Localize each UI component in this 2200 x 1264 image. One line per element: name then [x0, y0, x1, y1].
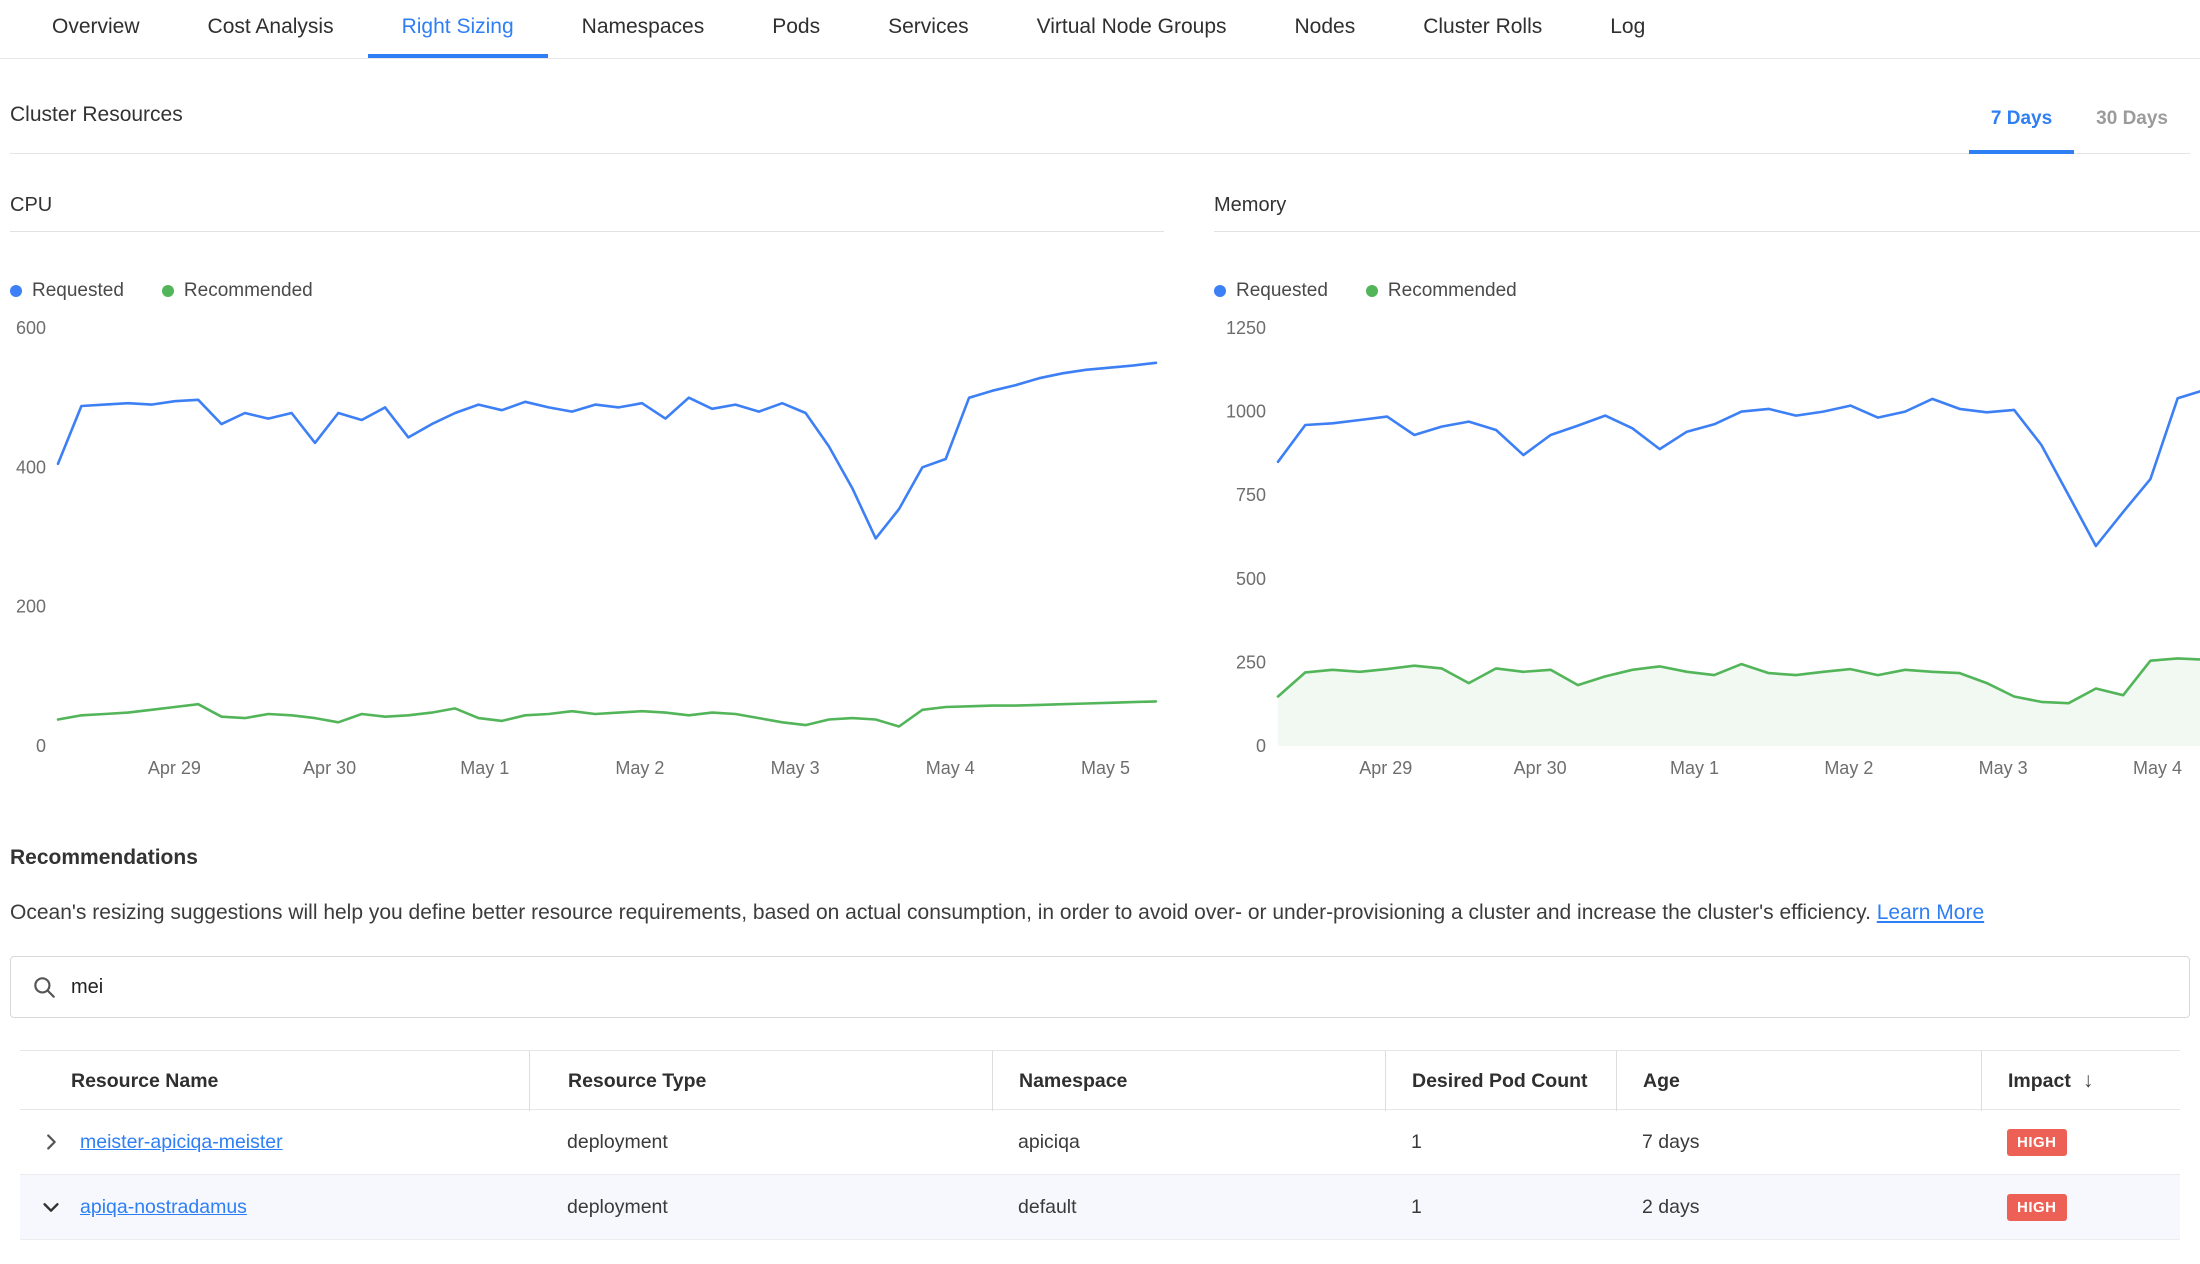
svg-text:250: 250 [1236, 652, 1266, 672]
resource-name-cell: meister-apiciqa-meister [20, 1129, 529, 1155]
pod-count-cell: 1 [1385, 1131, 1616, 1154]
svg-text:400: 400 [16, 457, 46, 477]
svg-text:May 3: May 3 [771, 758, 820, 778]
svg-text:May 4: May 4 [2133, 758, 2182, 778]
tab-cluster-rolls[interactable]: Cluster Rolls [1389, 0, 1576, 58]
recommendations-section: Recommendations Ocean's resizing suggest… [10, 846, 2190, 1240]
resource-name-link[interactable]: apiqa-nostradamus [80, 1196, 247, 1219]
legend-label-recommended: Recommended [1388, 280, 1517, 302]
svg-text:750: 750 [1236, 485, 1266, 505]
recommendations-table: Resource Name Resource Type Namespace De… [20, 1050, 2180, 1240]
svg-text:500: 500 [1236, 569, 1266, 589]
col-header-resource-name: Resource Name [20, 1051, 529, 1111]
learn-more-link[interactable]: Learn More [1877, 901, 1984, 924]
period-30-days[interactable]: 30 Days [2074, 108, 2190, 154]
chevron-right-icon[interactable] [38, 1129, 64, 1155]
svg-text:May 5: May 5 [1081, 758, 1130, 778]
svg-text:0: 0 [36, 736, 46, 756]
recommended-dot-icon [162, 285, 174, 297]
cpu-chart-panel: CPU Requested Recommended 0 200 400 600 Apr … [10, 194, 1164, 790]
svg-text:Apr 30: Apr 30 [1514, 758, 1567, 778]
tab-pods[interactable]: Pods [738, 0, 854, 58]
tab-log[interactable]: Log [1576, 0, 1679, 58]
tab-nodes[interactable]: Nodes [1261, 0, 1390, 58]
svg-text:Apr 29: Apr 29 [1359, 758, 1412, 778]
recommendations-description-text: Ocean's resizing suggestions will help y… [10, 901, 1871, 924]
search-input[interactable] [71, 976, 2169, 999]
tab-cost-analysis[interactable]: Cost Analysis [174, 0, 368, 58]
recommendations-title: Recommendations [10, 846, 2190, 870]
age-cell: 7 days [1616, 1131, 1981, 1154]
age-cell: 2 days [1616, 1196, 1981, 1219]
table-header-row: Resource Name Resource Type Namespace De… [20, 1050, 2180, 1110]
col-header-impact[interactable]: Impact ↓ [1981, 1051, 2180, 1111]
table-row[interactable]: meister-apiciqa-meister deployment apici… [20, 1110, 2180, 1175]
svg-text:May 4: May 4 [926, 758, 975, 778]
sort-desc-icon[interactable]: ↓ [2083, 1069, 2094, 1093]
memory-chart-title: Memory [1214, 194, 2200, 232]
svg-text:1250: 1250 [1226, 318, 1266, 338]
resource-name-link[interactable]: meister-apiciqa-meister [80, 1131, 283, 1154]
legend-label-requested: Requested [32, 280, 124, 302]
recommended-dot-icon [1366, 285, 1378, 297]
impact-cell: HIGH [1981, 1129, 2180, 1156]
table-row[interactable]: apiqa-nostradamus deployment default 1 2… [20, 1175, 2180, 1240]
memory-chart-legend: Requested Recommended [1214, 280, 2200, 302]
charts-row: CPU Requested Recommended 0 200 400 600 Apr … [0, 194, 2200, 790]
svg-text:May 3: May 3 [1979, 758, 2028, 778]
svg-text:200: 200 [16, 597, 46, 617]
requested-dot-icon [10, 285, 22, 297]
col-header-resource-type: Resource Type [529, 1051, 992, 1111]
period-7-days[interactable]: 7 Days [1969, 108, 2074, 154]
cluster-resources-title: Cluster Resources [10, 103, 183, 153]
svg-text:0: 0 [1256, 736, 1266, 756]
cpu-line-chart: 0 200 400 600 Apr 29 Apr 30 May 1 May 2 May 3 May… [10, 310, 1164, 790]
impact-header-label: Impact [2008, 1070, 2071, 1093]
col-header-namespace: Namespace [992, 1051, 1385, 1111]
impact-badge-high: HIGH [2007, 1194, 2067, 1221]
tab-namespaces[interactable]: Namespaces [548, 0, 739, 58]
svg-text:Apr 30: Apr 30 [303, 758, 356, 778]
recommendations-description: Ocean's resizing suggestions will help y… [10, 898, 2190, 928]
chevron-down-icon[interactable] [38, 1194, 64, 1220]
cluster-resources-header: Cluster Resources 7 Days 30 Days [10, 59, 2190, 154]
cpu-chart-title: CPU [10, 194, 1164, 232]
svg-text:May 1: May 1 [1670, 758, 1719, 778]
tab-services[interactable]: Services [854, 0, 1003, 58]
requested-dot-icon [1214, 285, 1226, 297]
namespace-cell: apiciqa [992, 1131, 1385, 1154]
svg-text:May 2: May 2 [615, 758, 664, 778]
svg-text:May 1: May 1 [460, 758, 509, 778]
tab-overview[interactable]: Overview [18, 0, 174, 58]
namespace-cell: default [992, 1196, 1385, 1219]
legend-item-recommended[interactable]: Recommended [162, 280, 313, 302]
search-box[interactable] [10, 956, 2190, 1018]
resource-type-cell: deployment [529, 1131, 992, 1154]
memory-chart-panel: Memory Requested Recommended 0 250 500 750 1… [1214, 194, 2200, 790]
memory-line-chart: 0 250 500 750 1000 1250 Apr 29 Apr 30 May 1 May 2… [1214, 310, 2200, 790]
top-tab-bar: Overview Cost Analysis Right Sizing Name… [0, 0, 2200, 59]
resource-name-cell: apiqa-nostradamus [20, 1194, 529, 1220]
svg-text:Apr 29: Apr 29 [148, 758, 201, 778]
tab-right-sizing[interactable]: Right Sizing [368, 0, 548, 58]
svg-text:May 2: May 2 [1824, 758, 1873, 778]
legend-item-recommended[interactable]: Recommended [1366, 280, 1517, 302]
legend-item-requested[interactable]: Requested [1214, 280, 1328, 302]
tab-virtual-node-groups[interactable]: Virtual Node Groups [1003, 0, 1261, 58]
search-icon [31, 974, 57, 1000]
legend-label-recommended: Recommended [184, 280, 313, 302]
col-header-desired-pod-count: Desired Pod Count [1385, 1051, 1616, 1111]
col-header-age: Age [1616, 1051, 1981, 1111]
pod-count-cell: 1 [1385, 1196, 1616, 1219]
legend-item-requested[interactable]: Requested [10, 280, 124, 302]
cpu-chart-legend: Requested Recommended [10, 280, 1164, 302]
legend-label-requested: Requested [1236, 280, 1328, 302]
svg-text:600: 600 [16, 318, 46, 338]
svg-text:1000: 1000 [1226, 402, 1266, 422]
impact-badge-high: HIGH [2007, 1129, 2067, 1156]
period-toggle: 7 Days 30 Days [1969, 108, 2190, 153]
resource-type-cell: deployment [529, 1196, 992, 1219]
impact-cell: HIGH [1981, 1194, 2180, 1221]
